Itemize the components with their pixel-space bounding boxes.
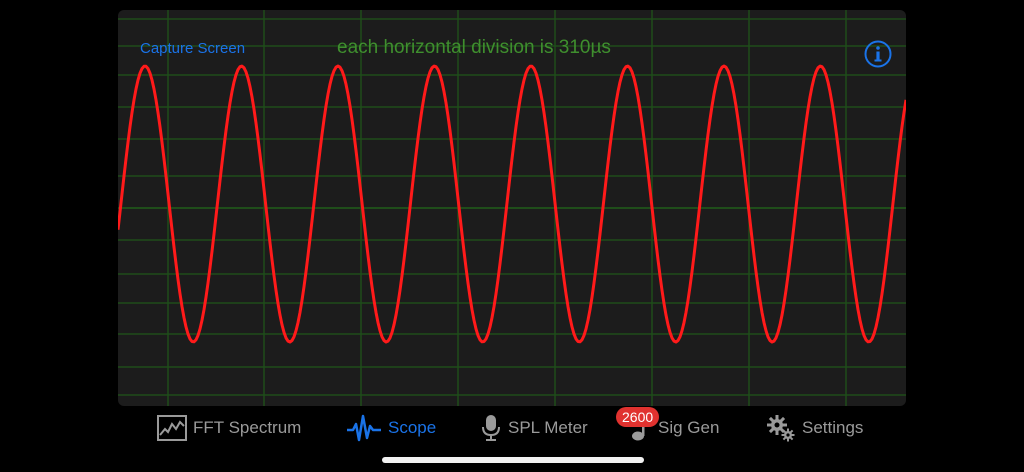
fft-chart-icon bbox=[157, 415, 187, 441]
sig-gen-badge: 2600 bbox=[616, 407, 660, 427]
oscilloscope-display bbox=[118, 10, 906, 406]
scope-wave-icon bbox=[347, 414, 381, 442]
tab-label-spl-meter: SPL Meter bbox=[508, 418, 588, 437]
microphone-icon bbox=[482, 415, 500, 441]
oscilloscope-svg bbox=[118, 10, 906, 406]
app-screen: Capture Screen each horizontal division … bbox=[0, 0, 1024, 472]
tab-label-settings: Settings bbox=[802, 418, 864, 437]
tab-bar: FFT Spectrum Scope SPL Meter Sig Gen 260… bbox=[118, 406, 906, 450]
gear-icon bbox=[767, 415, 795, 442]
division-info-label: each horizontal division is 310µs bbox=[337, 37, 611, 58]
scope-grid bbox=[118, 10, 906, 406]
tab-fft-spectrum[interactable]: FFT Spectrum bbox=[157, 412, 301, 444]
tab-label-sig-gen: Sig Gen bbox=[658, 418, 720, 437]
info-icon[interactable] bbox=[864, 40, 892, 68]
tab-settings[interactable]: Settings bbox=[766, 412, 863, 444]
tab-label-fft-spectrum: FFT Spectrum bbox=[193, 418, 302, 437]
tab-label-scope: Scope bbox=[388, 418, 437, 437]
capture-screen-link[interactable]: Capture Screen bbox=[140, 40, 245, 57]
tab-scope[interactable]: Scope bbox=[346, 412, 436, 444]
home-indicator[interactable] bbox=[382, 457, 644, 463]
tab-spl-meter[interactable]: SPL Meter bbox=[480, 412, 588, 444]
